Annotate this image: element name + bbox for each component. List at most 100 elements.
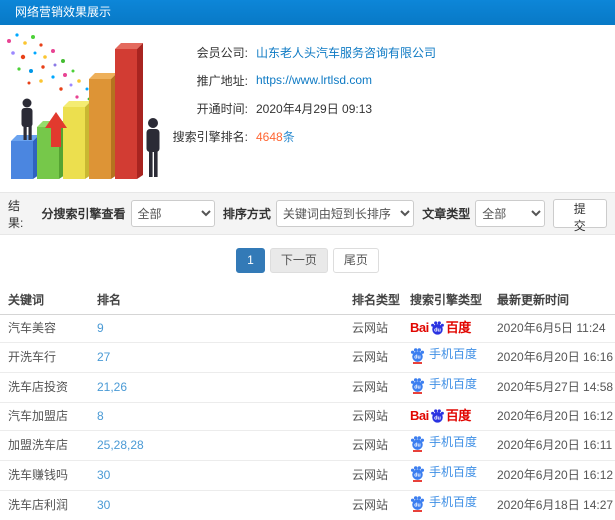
submit-button[interactable]: 提交 [552, 199, 607, 233]
rank-type-cell: 云网站 [344, 460, 402, 491]
engine-rank-row: 搜索引擎排名: 4648条 [160, 122, 615, 150]
engine-rank-value: 4648条 [256, 128, 295, 145]
engine-cell: du 手机百度 [402, 460, 489, 491]
promo-url-row: 推广地址: https://www.lrtlsd.com [160, 66, 615, 94]
rank-type-cell: 云网站 [344, 342, 402, 373]
update-time-cell: 2020年6月20日 16:12 [489, 460, 615, 491]
baidu-paw-icon: du [430, 409, 444, 423]
open-time-value: 2020年4月29日 09:13 [256, 101, 373, 116]
svg-text:du: du [434, 415, 441, 421]
result-label: 结果: [8, 198, 24, 230]
svg-text:du: du [434, 327, 441, 333]
results-table-body: 汽车美容 9 云网站 Bai du 百度 2020年6月5日 11:24 开洗车… [0, 314, 615, 520]
mobile-baidu-paw-icon: du [410, 347, 425, 364]
col-keyword: 关键词 [0, 285, 89, 315]
col-rank: 排名 [89, 285, 344, 315]
rank-cell: 8 [89, 402, 344, 431]
promo-url-link[interactable]: https://www.lrtlsd.com [256, 73, 372, 87]
col-engine-type: 搜索引擎类型 [402, 285, 489, 315]
sort-mode-label: 排序方式 [222, 207, 271, 221]
bar-yellow [63, 101, 91, 179]
red-underline [413, 450, 422, 452]
rank-cell: 25,28,28 [89, 430, 344, 461]
red-underline [413, 392, 422, 394]
rank-link[interactable]: 21,26 [97, 380, 127, 394]
rank-link[interactable]: 25,28,28 [97, 438, 144, 452]
mobile-baidu-badge: du 手机百度 [410, 495, 477, 512]
table-header-row: 关键词 排名 排名类型 搜索引擎类型 最新更新时间 [0, 285, 615, 315]
open-time-row: 开通时间: 2020年4月29日 09:13 [160, 94, 615, 122]
table-row: 加盟洗车店 25,28,28 云网站 du 手机百度 2020年6月20日 16… [0, 430, 615, 461]
rank-cell: 21,26 [89, 372, 344, 403]
keyword-cell: 洗车店利润 [0, 490, 89, 520]
sort-mode-select[interactable]: 关键词由短到长排序 [275, 200, 415, 227]
mobile-baidu-paw-icon: du [410, 465, 425, 482]
mobile-baidu-paw-icon: du [410, 495, 425, 512]
mobile-baidu-badge: du 手机百度 [410, 435, 477, 452]
rank-link[interactable]: 30 [97, 498, 110, 512]
filter-bar: 结果: 分搜索引擎查看 全部 排序方式 关键词由短到长排序 文章类型 全部 提交 [0, 192, 615, 235]
svg-text:du: du [414, 443, 420, 449]
engine-view-select[interactable]: 全部 [130, 200, 215, 227]
bar-blue [11, 135, 39, 179]
keyword-cell: 加盟洗车店 [0, 430, 89, 461]
mobile-baidu-badge: du 手机百度 [410, 465, 477, 482]
results-table: 关键词 排名 排名类型 搜索引擎类型 最新更新时间 汽车美容 9 云网站 Bai… [0, 285, 615, 520]
table-row: 开洗车行 27 云网站 du 手机百度 2020年6月20日 16:16 [0, 342, 615, 373]
update-time-cell: 2020年6月5日 11:24 [489, 314, 615, 343]
keyword-cell: 汽车加盟店 [0, 402, 89, 431]
mobile-baidu-badge: du 手机百度 [410, 377, 477, 394]
businessman-left [21, 98, 33, 140]
rank-cell: 27 [89, 342, 344, 373]
last-page-button[interactable]: 尾页 [332, 248, 379, 273]
rank-type-cell: 云网站 [344, 402, 402, 431]
rank-type-cell: 云网站 [344, 430, 402, 461]
rank-link[interactable]: 30 [97, 468, 110, 482]
rank-link[interactable]: 9 [97, 321, 104, 335]
red-underline [413, 480, 422, 482]
engine-cell: Bai du 百度 [402, 402, 489, 431]
company-info: 会员公司: 山东老人头汽车服务咨询有限公司 推广地址: https://www.… [160, 25, 615, 150]
svg-text:du: du [414, 473, 420, 479]
mobile-baidu-paw-icon: du [410, 435, 425, 452]
rank-link[interactable]: 27 [97, 350, 110, 364]
rank-type-cell: 云网站 [344, 372, 402, 403]
mobile-baidu-badge: du 手机百度 [410, 347, 477, 364]
mobile-baidu-paw-icon: du [410, 377, 425, 394]
confetti-dots [7, 33, 97, 101]
company-link[interactable]: 山东老人头汽车服务咨询有限公司 [256, 44, 436, 61]
engine-cell: du 手机百度 [402, 490, 489, 520]
col-rank-type: 排名类型 [344, 285, 402, 315]
bar-red [115, 43, 143, 179]
keyword-cell: 洗车赚钱吗 [0, 460, 89, 491]
article-type-select[interactable]: 全部 [475, 200, 545, 227]
rank-unit: 条 [282, 129, 295, 144]
update-time-cell: 2020年6月20日 16:12 [489, 402, 615, 431]
keyword-cell: 开洗车行 [0, 342, 89, 373]
keyword-cell: 洗车店投资 [0, 372, 89, 403]
engine-view-label: 分搜索引擎查看 [41, 207, 126, 221]
update-time-cell: 2020年6月18日 14:27 [489, 490, 615, 520]
rank-type-cell: 云网站 [344, 490, 402, 520]
table-row: 洗车赚钱吗 30 云网站 du 手机百度 2020年6月20日 16:12 [0, 460, 615, 491]
svg-text:du: du [414, 355, 420, 361]
table-row: 洗车店投资 21,26 云网站 du 手机百度 2020年5月27日 14:58 [0, 372, 615, 403]
red-underline [413, 510, 422, 512]
red-underline [413, 362, 422, 364]
rank-cell: 9 [89, 314, 344, 343]
next-page-button[interactable]: 下一页 [269, 248, 328, 273]
baidu-paw-icon: du [430, 321, 444, 335]
company-row: 会员公司: 山东老人头汽车服务咨询有限公司 [160, 38, 615, 66]
titlebar: 网络营销效果展示 [0, 0, 615, 25]
bar-orange [89, 73, 117, 179]
page-button-1[interactable]: 1 [236, 248, 265, 273]
rank-link[interactable]: 8 [97, 409, 104, 423]
article-type-label: 文章类型 [422, 207, 471, 221]
rank-type-cell: 云网站 [344, 314, 402, 343]
businessman-right [146, 118, 160, 177]
rank-count: 4648 [256, 129, 283, 144]
engine-cell: Bai du 百度 [402, 314, 489, 343]
update-time-cell: 2020年6月20日 16:11 [489, 430, 615, 461]
page-title: 网络营销效果展示 [15, 5, 112, 19]
engine-cell: du 手机百度 [402, 342, 489, 373]
